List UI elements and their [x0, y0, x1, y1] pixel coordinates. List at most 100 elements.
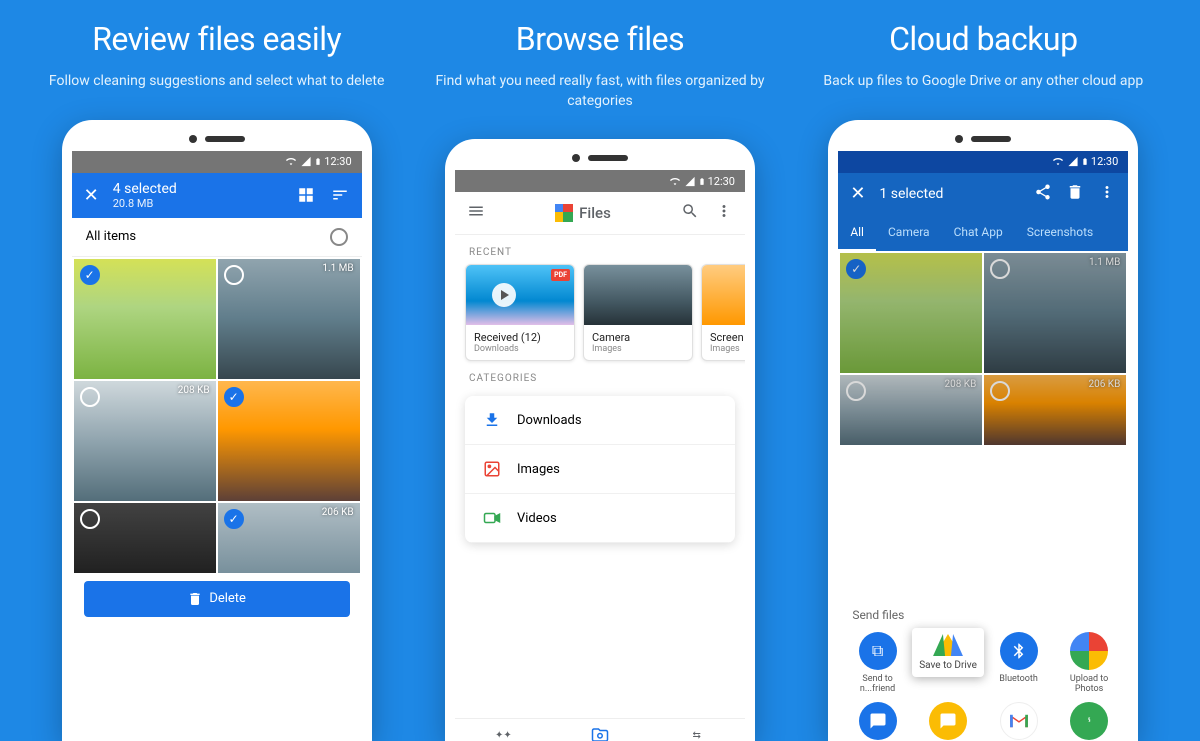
app-send-friends[interactable]: ⧉Send to n...friend — [846, 632, 910, 694]
app-bluetooth[interactable]: Bluetooth — [987, 632, 1051, 694]
panel-backup: Cloud backup Back up files to Google Dri… — [793, 20, 1173, 741]
grid-view-icon[interactable] — [296, 185, 316, 205]
messages-icon — [859, 702, 897, 740]
delete-button[interactable]: Delete — [84, 581, 350, 617]
statusbar: 12:30 — [455, 170, 745, 192]
battery-icon — [698, 175, 706, 188]
clock: 12:30 — [1091, 155, 1118, 168]
sheet-title: Send files — [842, 604, 1124, 628]
subtitle-review: Follow cleaning suggestions and select w… — [29, 72, 405, 92]
categories-label: CATEGORIES — [455, 361, 745, 390]
drive-popup: Save to Drive — [912, 628, 984, 677]
signal-icon — [300, 156, 312, 167]
headline-browse: Browse files — [516, 20, 684, 58]
photos-icon — [1070, 632, 1108, 670]
checkbox-icon[interactable]: ✓ — [846, 259, 866, 279]
recent-card[interactable]: CameraImages — [583, 264, 693, 361]
trash-icon[interactable] — [1066, 183, 1084, 205]
tab-screenshots[interactable]: Screenshots — [1015, 215, 1105, 251]
app-hangouts[interactable]: Hangouts — [1057, 702, 1121, 741]
app-brand: Files — [501, 204, 665, 222]
gmail-icon — [1000, 702, 1038, 740]
share-icon: ⇆ — [648, 725, 745, 741]
wifi-icon — [284, 156, 298, 167]
checkbox-icon[interactable] — [990, 381, 1010, 401]
tab-camera[interactable]: Camera — [876, 215, 942, 251]
photo-thumb[interactable]: 1.1 MB — [984, 253, 1126, 373]
close-icon[interactable]: ✕ — [850, 183, 865, 204]
photo-thumb[interactable]: ✓ — [218, 381, 360, 501]
recent-card[interactable]: ScreenImages — [701, 264, 745, 361]
recent-card[interactable]: PDF Received (12)Downloads — [465, 264, 575, 361]
photo-thumb[interactable]: 1.1 MB — [218, 259, 360, 379]
app-gmail[interactable]: Gmail — [987, 702, 1051, 741]
subtitle-backup: Back up files to Google Drive or any oth… — [803, 72, 1163, 92]
photo-thumb[interactable]: ✓ — [840, 253, 982, 373]
share-sheet: Send files ⧉Send to n...friend Save to D… — [838, 596, 1128, 741]
headline-review: Review files easily — [92, 20, 341, 58]
app-drive[interactable]: Save to Drive — [916, 632, 980, 694]
tab-browse[interactable]: Browse — [552, 719, 649, 741]
wifi-icon — [1051, 156, 1065, 167]
more-icon[interactable] — [715, 202, 733, 224]
selection-count: 4 selected — [113, 181, 282, 197]
pdf-badge: PDF — [551, 269, 570, 281]
clock: 12:30 — [324, 155, 351, 168]
checkbox-icon[interactable]: ✓ — [224, 387, 244, 407]
category-images[interactable]: Images — [465, 445, 735, 494]
category-videos[interactable]: Videos — [465, 494, 735, 543]
folder-search-icon — [552, 725, 649, 741]
recent-label: RECENT — [455, 235, 745, 264]
search-icon[interactable] — [681, 202, 699, 224]
sort-icon[interactable] — [330, 185, 350, 205]
sparkle-icon: ✦✦ — [455, 725, 552, 741]
share-icon[interactable] — [1034, 183, 1052, 205]
selection-appbar: ✕ 4 selected 20.8 MB — [72, 173, 362, 218]
signal-icon — [1067, 156, 1079, 167]
image-icon — [481, 458, 503, 480]
selection-count: 1 selected — [879, 186, 1020, 202]
trash-icon — [187, 591, 203, 607]
app-photos[interactable]: Upload to Photos — [1057, 632, 1121, 694]
tab-chatapp[interactable]: Chat App — [942, 215, 1015, 251]
app-messages[interactable]: Messages — [846, 702, 910, 741]
checkbox-icon[interactable] — [224, 265, 244, 285]
battery-icon — [314, 155, 322, 168]
tab-share[interactable]: ⇆Share — [648, 719, 745, 741]
checkbox-icon[interactable]: ✓ — [224, 509, 244, 529]
browse-appbar: Files — [455, 192, 745, 235]
more-icon[interactable] — [1098, 183, 1116, 205]
checkbox-icon[interactable] — [846, 381, 866, 401]
wifi-icon — [668, 176, 682, 187]
checkbox-icon[interactable] — [80, 509, 100, 529]
panel-review: Review files easily Follow cleaning sugg… — [27, 20, 407, 741]
close-icon[interactable]: ✕ — [84, 185, 99, 206]
hamburger-icon[interactable] — [467, 202, 485, 224]
select-all-checkbox[interactable] — [330, 228, 348, 246]
signal-icon — [684, 176, 696, 187]
checkbox-icon[interactable] — [80, 387, 100, 407]
app-allo[interactable]: Allo — [916, 702, 980, 741]
category-downloads[interactable]: Downloads — [465, 396, 735, 445]
bluetooth-icon — [1000, 632, 1038, 670]
photo-thumb[interactable]: ✓ — [74, 259, 216, 379]
checkbox-icon[interactable] — [990, 259, 1010, 279]
drive-icon — [935, 634, 961, 656]
filter-tabs: All Camera Chat App Screenshots — [838, 215, 1128, 251]
statusbar: 12:30 — [838, 151, 1128, 173]
photo-thumb[interactable]: ✓206 KB — [218, 503, 360, 573]
tab-clean[interactable]: ✦✦Clean — [455, 719, 552, 741]
photo-thumb[interactable]: 208 KB — [74, 381, 216, 501]
copy-icon: ⧉ — [859, 632, 897, 670]
photo-thumb[interactable]: 206 KB — [984, 375, 1126, 445]
play-icon — [492, 283, 516, 307]
tab-all[interactable]: All — [838, 215, 876, 251]
photo-thumb[interactable] — [74, 503, 216, 573]
battery-icon — [1081, 155, 1089, 168]
files-logo-icon — [555, 204, 573, 222]
bottom-nav: ✦✦Clean Browse ⇆Share — [455, 718, 745, 741]
phone-mockup: 12:30 ✕ 4 selected 20.8 MB All items ✓ 1… — [62, 120, 372, 741]
photo-thumb[interactable]: 208 KB — [840, 375, 982, 445]
checkbox-icon[interactable]: ✓ — [80, 265, 100, 285]
all-items-row[interactable]: All items — [72, 218, 362, 257]
